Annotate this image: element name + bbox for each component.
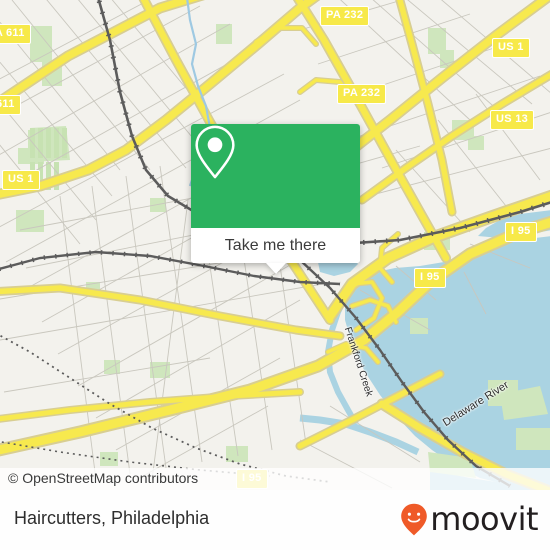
road-shield-us1-left: US 1 bbox=[2, 170, 40, 190]
road-shield-pa232-top: PA 232 bbox=[320, 6, 370, 26]
road-shield-us13: US 13 bbox=[490, 110, 535, 130]
callout-action-label: Take me there bbox=[224, 236, 327, 254]
place-title: Haircutters, Philadelphia bbox=[14, 508, 210, 528]
map-attribution-band: © OpenStreetMap contributors bbox=[0, 468, 550, 490]
osm-attribution-text: © OpenStreetMap contributors bbox=[8, 470, 199, 486]
footer-bar: Haircutters, Philadelphia moovit bbox=[0, 490, 550, 550]
callout-pointer-tail bbox=[265, 263, 286, 274]
moovit-logo[interactable]: moovit bbox=[400, 503, 538, 536]
road-shield-pa611-top: PA 611 bbox=[0, 24, 31, 44]
road-shield-i95-right: I 95 bbox=[505, 222, 537, 242]
moovit-pin-icon bbox=[401, 503, 428, 536]
moovit-wordmark: moovit bbox=[430, 500, 538, 538]
road-shield-us1-topright: US 1 bbox=[492, 38, 530, 58]
road-shield-i95-mid: I 95 bbox=[414, 268, 446, 288]
callout-action[interactable]: Take me there bbox=[191, 228, 360, 274]
map-pin-icon bbox=[195, 125, 235, 179]
callout-header bbox=[191, 124, 360, 228]
map-canvas[interactable]: PA 611 PA 232 US 1 PA 232 US 13 611 US 1… bbox=[0, 0, 550, 490]
location-callout-card[interactable]: Take me there bbox=[191, 124, 360, 274]
screenshot-root: PA 611 PA 232 US 1 PA 232 US 13 611 US 1… bbox=[0, 0, 550, 550]
road-shield-pa232-mid: PA 232 bbox=[337, 84, 387, 104]
road-shield-611: 611 bbox=[0, 95, 21, 115]
